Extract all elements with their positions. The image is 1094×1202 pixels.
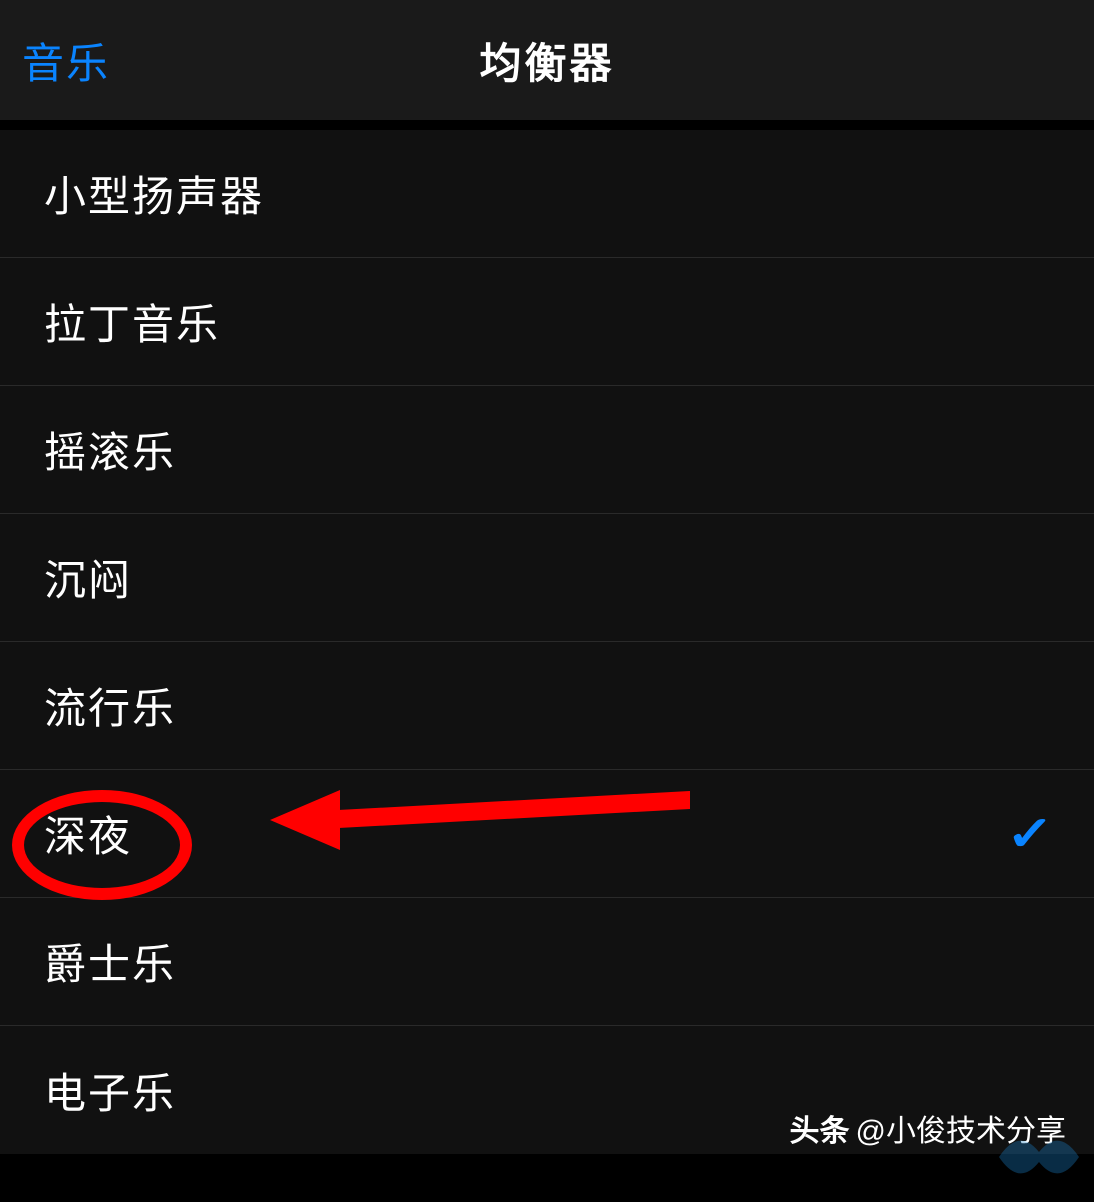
eq-small-speakers[interactable]: 小型扬声器 (0, 130, 1094, 258)
checkmark-icon: ✓ (1006, 806, 1054, 862)
eq-pop[interactable]: 流行乐 (0, 642, 1094, 770)
eq-electronic[interactable]: 电子乐 (0, 1026, 1094, 1154)
page-title: 均衡器 (479, 30, 614, 91)
list-item-label: 拉丁音乐 (44, 291, 220, 352)
list-item-label: 小型扬声器 (44, 163, 264, 224)
eq-jazz[interactable]: 爵士乐 (0, 898, 1094, 1026)
eq-latin[interactable]: 拉丁音乐 (0, 258, 1094, 386)
list-item-label: 摇滚乐 (44, 419, 176, 480)
back-button[interactable]: 音乐 (22, 30, 110, 91)
eq-late-night[interactable]: 深夜 ✓ (0, 770, 1094, 898)
list-item-label: 电子乐 (44, 1060, 176, 1121)
list-item-label: 流行乐 (44, 675, 176, 736)
eq-rock[interactable]: 摇滚乐 (0, 386, 1094, 514)
list-item-label: 深夜 (44, 803, 132, 864)
list-item-label: 爵士乐 (44, 931, 176, 992)
nav-header: 音乐 均衡器 (0, 0, 1094, 120)
equalizer-list: 小型扬声器 拉丁音乐 摇滚乐 沉闷 流行乐 深夜 ✓ 爵士乐 电子乐 (0, 130, 1094, 1154)
list-item-label: 沉闷 (44, 547, 132, 608)
eq-flat[interactable]: 沉闷 (0, 514, 1094, 642)
